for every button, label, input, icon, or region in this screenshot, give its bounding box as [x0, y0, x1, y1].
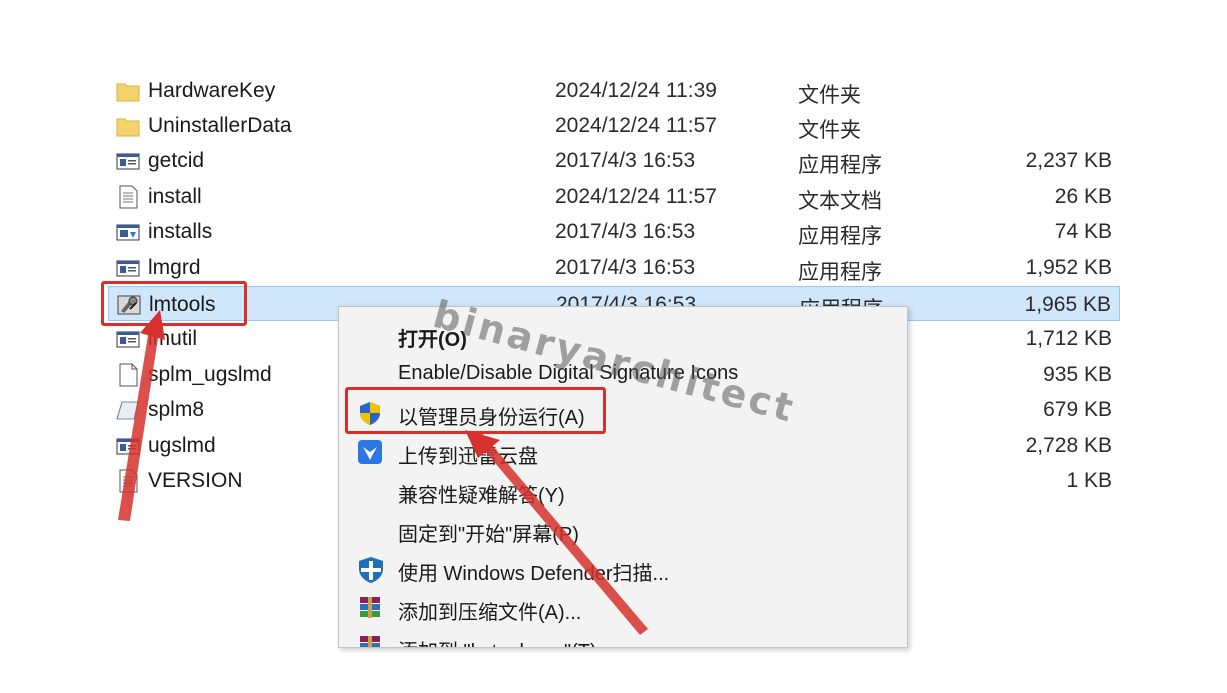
application-icon	[116, 256, 140, 280]
file-row-uninstallerdata[interactable]: UninstallerData 2024/12/24 11:57 文件夹	[108, 108, 1120, 143]
application-icon	[116, 327, 140, 351]
menu-item-upload-thunder[interactable]: 上传到迅雷云盘	[339, 433, 907, 469]
file-size: 1 KB	[1066, 469, 1112, 492]
file-name: install	[148, 185, 202, 208]
file-name: lmgrd	[148, 256, 201, 279]
file-name: HardwareKey	[148, 79, 276, 102]
license-file-icon	[116, 398, 140, 422]
thunder-cloud-icon	[357, 439, 383, 465]
menu-item-label: 兼容性疑难解答(Y)	[398, 485, 565, 507]
installer-icon	[116, 220, 140, 244]
file-type: 应用程序	[798, 154, 882, 177]
file-row-install[interactable]: install 2024/12/24 11:57 文本文档 26 KB	[108, 179, 1120, 214]
file-date: 2017/4/3 16:53	[555, 256, 696, 279]
menu-item-add-to-archive[interactable]: 添加到压缩文件(A)...	[339, 589, 907, 625]
file-row-lmgrd[interactable]: lmgrd 2017/4/3 16:53 应用程序 1,952 KB	[108, 250, 1120, 285]
file-size: 1,965 KB	[1024, 293, 1111, 316]
file-row-getcid[interactable]: getcid 2017/4/3 16:53 应用程序 2,237 KB	[108, 143, 1120, 178]
file-date: 2024/12/24 11:57	[555, 185, 717, 208]
file-size: 679 KB	[1043, 398, 1112, 421]
menu-item-label: 上传到迅雷云盘	[398, 446, 538, 468]
file-name: splm8	[148, 398, 205, 421]
file-type: 文本文档	[798, 190, 882, 213]
file-row-installs[interactable]: installs 2017/4/3 16:53 应用程序 74 KB	[108, 214, 1120, 249]
menu-item-label: 固定到"开始"屏幕(P)	[398, 524, 579, 546]
winrar-icon	[357, 634, 383, 647]
file-name: installs	[148, 220, 213, 243]
text-document-icon	[116, 363, 140, 387]
file-size: 2,728 KB	[1025, 434, 1112, 457]
file-name: splm_ugslmd	[148, 363, 272, 386]
application-icon	[116, 149, 140, 173]
defender-icon	[357, 556, 383, 583]
file-name: ugslmd	[148, 434, 216, 457]
menu-item-label: 添加到 "lmtools.rar"(T)	[398, 635, 597, 647]
file-name: VERSION	[148, 469, 243, 492]
file-size: 1,952 KB	[1025, 256, 1112, 279]
file-type: 文件夹	[798, 119, 861, 142]
file-name: getcid	[148, 149, 205, 172]
file-date: 2017/4/3 16:53	[555, 149, 696, 172]
file-size: 74 KB	[1054, 220, 1112, 243]
text-document-icon	[116, 185, 140, 209]
file-size: 1,712 KB	[1025, 327, 1112, 350]
folder-icon	[116, 79, 140, 103]
file-size: 2,237 KB	[1025, 149, 1112, 172]
file-name: lmutil	[148, 327, 198, 350]
menu-item-add-to-lmtools-rar[interactable]: 添加到 "lmtools.rar"(T)	[339, 628, 907, 647]
file-type: 文件夹	[798, 84, 861, 107]
file-date: 2024/12/24 11:57	[555, 114, 717, 137]
file-row-hardwarekey[interactable]: HardwareKey 2024/12/24 11:39 文件夹	[108, 73, 1120, 108]
folder-icon	[116, 114, 140, 138]
text-document-icon	[116, 469, 140, 493]
menu-item-label: 使用 Windows Defender扫描...	[398, 563, 670, 585]
file-size: 935 KB	[1043, 363, 1112, 386]
file-size: 26 KB	[1054, 185, 1112, 208]
file-date: 2017/4/3 16:53	[555, 220, 696, 243]
menu-item-defender-scan[interactable]: 使用 Windows Defender扫描...	[339, 550, 907, 586]
run-as-admin-highlight-box	[345, 387, 606, 434]
lmtools-highlight-box	[101, 281, 247, 326]
file-type: 应用程序	[798, 261, 882, 284]
menu-item-compatibility[interactable]: 兼容性疑难解答(Y)	[339, 472, 907, 508]
menu-item-label: 添加到压缩文件(A)...	[398, 602, 582, 624]
file-type: 应用程序	[798, 225, 882, 248]
winrar-icon	[357, 595, 383, 621]
file-name: UninstallerData	[148, 114, 292, 137]
file-date: 2024/12/24 11:39	[555, 79, 717, 102]
application-icon	[116, 434, 140, 458]
menu-item-pin-to-start[interactable]: 固定到"开始"屏幕(P)	[339, 511, 907, 547]
